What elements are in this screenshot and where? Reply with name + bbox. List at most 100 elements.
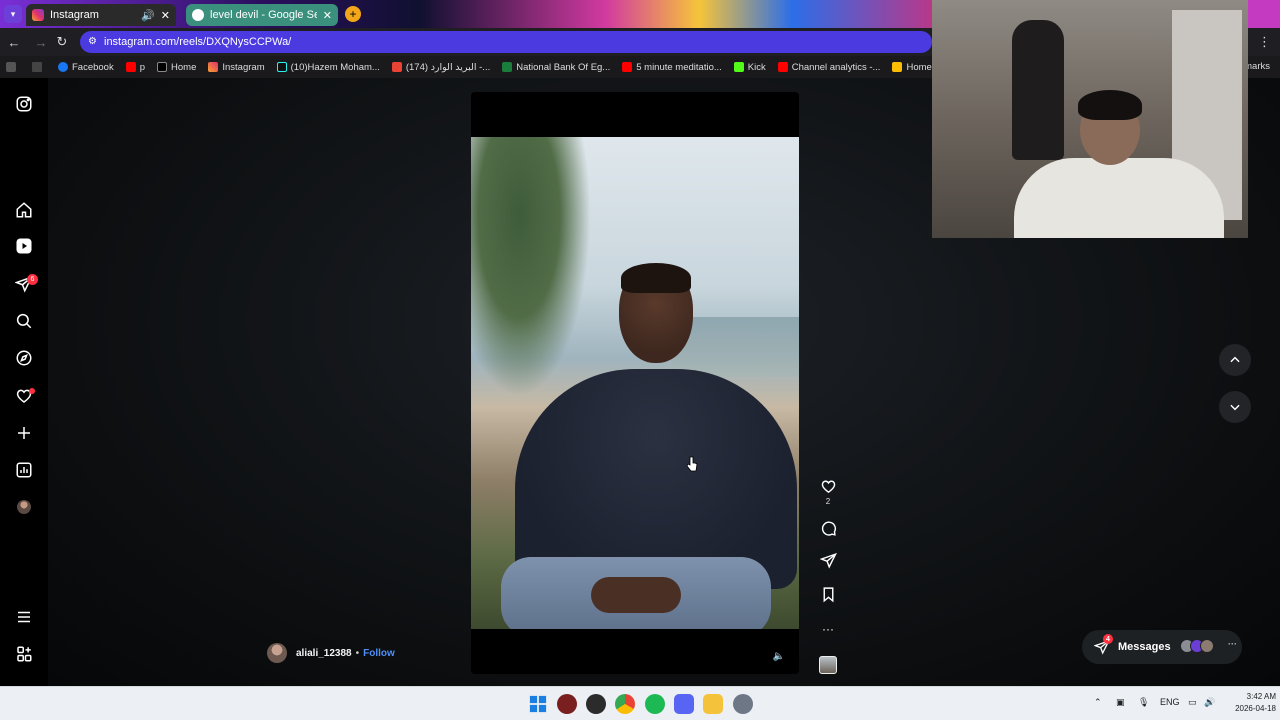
- messages-badge: 4: [1103, 634, 1113, 644]
- clock-date: 2026-04-18: [1235, 704, 1276, 713]
- messages-button[interactable]: 4 Messages ···: [1082, 630, 1242, 664]
- like-count: 2: [825, 497, 831, 506]
- kick-icon: [733, 62, 744, 72]
- next-reel-button[interactable]: [1219, 391, 1251, 423]
- windows-taskbar: ⌃ ▣ 🎙 ENG ▭ 🔊 3:42 AM 2026-04-18: [0, 686, 1280, 720]
- more-options-icon[interactable]: ···: [818, 619, 838, 639]
- instagram-sidebar: 6: [0, 78, 48, 686]
- tab-close-icon[interactable]: ✕: [323, 9, 332, 22]
- forward-arrow-icon[interactable]: →: [33, 34, 49, 50]
- message-avatars: [1180, 639, 1214, 653]
- bookmark-channel-analytics[interactable]: Channel analytics -...: [777, 62, 880, 73]
- site-info-icon[interactable]: ⚙: [88, 36, 97, 47]
- tray-network-icon[interactable]: ▣: [1116, 697, 1125, 708]
- save-bookmark-icon[interactable]: [818, 584, 838, 604]
- windows-start-icon[interactable]: [528, 694, 548, 714]
- x-icon: [157, 62, 168, 72]
- clock[interactable]: 3:42 AM 2026-04-18: [1218, 691, 1276, 715]
- apps-grid-icon[interactable]: [32, 62, 46, 72]
- instagram-favicon-icon: [32, 9, 44, 21]
- tab-google-search[interactable]: level devil - Google Search ✕: [186, 4, 338, 26]
- notifications-badge: 6: [27, 274, 38, 285]
- follow-button[interactable]: Follow: [363, 648, 395, 659]
- menu-hamburger-icon[interactable]: [14, 607, 34, 627]
- explore-icon[interactable]: [14, 348, 34, 368]
- tray-display-icon[interactable]: ▭: [1188, 697, 1197, 708]
- bookmark-p[interactable]: p: [125, 62, 145, 73]
- chevron-down-icon: [1230, 404, 1240, 411]
- bookmark-facebook[interactable]: Facebook: [58, 62, 114, 73]
- profile-avatar[interactable]: [17, 500, 31, 514]
- bookmark-tiktok[interactable]: (10)Hazem Moham...: [276, 62, 380, 73]
- discord-app-icon[interactable]: [674, 694, 694, 714]
- mute-icon[interactable]: 🔈: [771, 648, 787, 664]
- tray-volume-icon[interactable]: 🔊: [1204, 697, 1215, 708]
- messenger-icon: 4: [1093, 634, 1113, 655]
- tray-microphone-icon[interactable]: 🎙: [1138, 697, 1149, 708]
- tab-title: level devil - Google Search: [210, 9, 317, 21]
- previous-reel-button[interactable]: [1219, 344, 1251, 376]
- new-tab-button[interactable]: +: [345, 6, 361, 22]
- tab-audio-icon[interactable]: 🔊: [141, 9, 155, 22]
- settings-gear-icon[interactable]: [733, 694, 753, 714]
- reels-icon[interactable]: [14, 236, 34, 256]
- hand-cursor-icon: [686, 456, 698, 472]
- google-ads-icon: [892, 62, 903, 72]
- bookmark-kick[interactable]: Kick: [733, 62, 766, 73]
- more-avatars-icon: ···: [1228, 639, 1237, 649]
- owner-avatar[interactable]: [267, 643, 287, 663]
- webcam-hanging-jacket: [1012, 20, 1064, 160]
- youtube-icon: [622, 62, 633, 72]
- sidebar-toggle-icon[interactable]: [6, 62, 20, 72]
- url-text: instagram.com/reels/DXQNysCCPWa/: [104, 36, 292, 48]
- webcam-person-hair: [1078, 90, 1142, 120]
- webcam-overlay: [932, 0, 1248, 238]
- chrome-app-icon[interactable]: [615, 694, 635, 714]
- share-send-icon[interactable]: [818, 550, 838, 570]
- bookmark-gmail[interactable]: (174) البريد الوارد -...: [391, 62, 490, 73]
- dashboard-icon[interactable]: [14, 460, 34, 480]
- url-input[interactable]: ⚙ instagram.com/reels/DXQNysCCPWa/: [80, 31, 932, 53]
- webcam-person-shirt: [1014, 158, 1224, 238]
- google-favicon-icon: [192, 9, 204, 21]
- spotify-app-icon[interactable]: [645, 694, 665, 714]
- audio-thumbnail[interactable]: [819, 656, 837, 674]
- tab-title: Instagram: [50, 9, 99, 21]
- chevron-up-icon: [1230, 356, 1240, 363]
- instagram-logo-icon[interactable]: [14, 94, 34, 114]
- like-heart-icon[interactable]: [818, 476, 838, 496]
- avatar: [1200, 639, 1214, 653]
- bookmark-instagram[interactable]: Instagram: [208, 62, 265, 73]
- gmail-icon: [391, 62, 402, 72]
- tab-close-icon[interactable]: ✕: [161, 9, 170, 22]
- reel-video-card[interactable]: 🔈: [471, 92, 799, 674]
- create-plus-icon[interactable]: [14, 423, 34, 443]
- record-app-icon[interactable]: [557, 694, 577, 714]
- also-from-meta-icon[interactable]: [14, 644, 34, 664]
- reload-icon[interactable]: ↻: [54, 34, 70, 50]
- file-explorer-icon[interactable]: [703, 694, 723, 714]
- separator-dot: •: [355, 647, 360, 659]
- back-arrow-icon[interactable]: ←: [6, 34, 22, 50]
- browser-window-edge: [1248, 0, 1280, 28]
- language-indicator[interactable]: ENG: [1160, 697, 1180, 707]
- youtube-icon: [777, 62, 788, 72]
- browser-tab-bar: ▾ Instagram 🔊 ✕ level devil - Google Sea…: [0, 0, 932, 28]
- bookmark-nbe[interactable]: National Bank Of Eg...: [502, 62, 610, 73]
- screen: ▾ Instagram 🔊 ✕ level devil - Google Sea…: [0, 0, 1280, 720]
- bookmark-meditation[interactable]: 5 minute meditatio...: [622, 62, 722, 73]
- person-body: [515, 369, 797, 589]
- owner-username[interactable]: aliali_12388: [296, 648, 352, 659]
- tray-chevron-up-icon[interactable]: ⌃: [1094, 697, 1102, 708]
- bookmark-x-home[interactable]: Home: [157, 62, 196, 73]
- tab-instagram[interactable]: Instagram 🔊 ✕: [26, 4, 176, 26]
- comment-icon[interactable]: [818, 518, 838, 538]
- obs-app-icon[interactable]: [586, 694, 606, 714]
- browser-menu-icon[interactable]: ⋮: [1258, 34, 1271, 50]
- search-icon[interactable]: [14, 311, 34, 331]
- tab-search-icon[interactable]: ▾: [4, 5, 22, 23]
- home-icon[interactable]: [14, 200, 34, 220]
- reel-video[interactable]: [471, 137, 799, 629]
- youtube-icon: [125, 62, 136, 72]
- facebook-icon: [58, 62, 68, 72]
